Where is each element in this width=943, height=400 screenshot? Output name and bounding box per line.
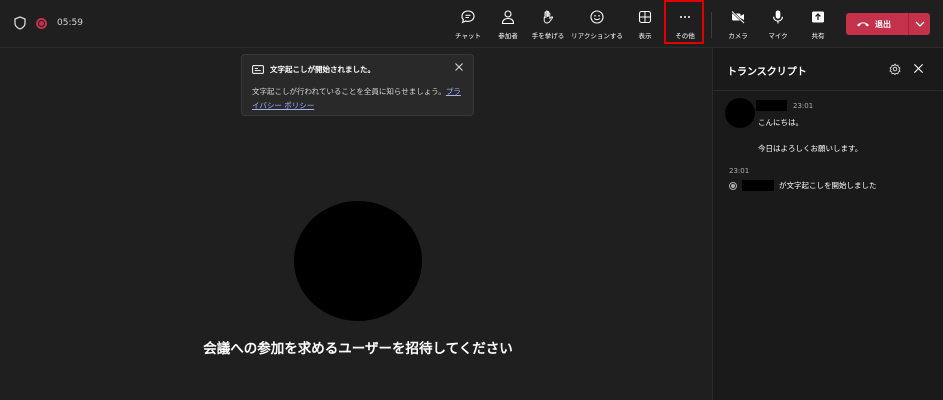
reactions-button[interactable]: リアクションする xyxy=(571,6,623,42)
share-button[interactable]: 共有 xyxy=(798,6,838,42)
caption-icon xyxy=(252,65,264,74)
chevron-down-icon xyxy=(915,21,924,27)
chat-bubble-icon xyxy=(461,10,475,24)
share-label: 共有 xyxy=(811,32,825,40)
toast-body-text: 文字起こしが行われていることを全員に知らせましょう。 xyxy=(252,87,446,96)
mic-button[interactable]: マイク xyxy=(758,6,798,42)
chat-button[interactable]: チャット xyxy=(448,6,488,42)
meeting-status: 05:59 xyxy=(14,16,83,30)
user-name-redacted xyxy=(742,180,774,191)
panel-title: トランスクリプト xyxy=(727,67,807,78)
transcription-started-event: が文字起こしを開始しました xyxy=(729,180,877,191)
avatar xyxy=(294,201,422,321)
close-icon[interactable] xyxy=(453,61,465,73)
reactions-label: リアクションする xyxy=(571,32,623,40)
message-timestamp: 23:01 xyxy=(793,102,814,110)
transcript-line: こんにちは。 xyxy=(758,118,803,127)
meeting-stage: 文字起こしが開始されました。 文字起こしが行われていることを全員に知らせましょう… xyxy=(0,48,712,400)
close-icon[interactable] xyxy=(913,63,924,74)
hang-up-phone-icon xyxy=(857,22,869,27)
recording-dot-icon xyxy=(729,181,737,190)
event-timestamp: 23:01 xyxy=(729,167,750,175)
leave-button[interactable]: 退出 xyxy=(846,13,908,35)
share-up-arrow-icon xyxy=(812,11,824,23)
meeting-timer: 05:59 xyxy=(57,18,83,28)
recording-dot-icon xyxy=(36,17,47,29)
toast-header: 文字起こしが開始されました。 xyxy=(252,64,375,75)
microphone-icon xyxy=(773,10,783,24)
person-icon xyxy=(501,10,515,25)
view-button[interactable]: 表示 xyxy=(625,6,665,42)
avatar xyxy=(725,98,755,128)
toast-title: 文字起こしが開始されました。 xyxy=(270,65,375,74)
transcript-line: 今日はよろしくお願いします。 xyxy=(758,144,863,153)
transcription-started-notice: 文字起こしが開始されました。 文字起こしが行われていることを全員に知らせましょう… xyxy=(241,54,474,116)
camera-button[interactable]: カメラ xyxy=(718,6,758,42)
speaker-name-redacted xyxy=(756,100,787,111)
smiley-icon xyxy=(590,10,604,24)
gear-icon[interactable] xyxy=(889,63,901,75)
camera-off-icon xyxy=(731,10,745,24)
view-label: 表示 xyxy=(638,32,652,40)
event-text: が文字起こしを開始しました xyxy=(779,181,877,190)
grid-icon xyxy=(638,10,652,24)
transcript-panel: トランスクリプト 23:01 こんにちは。 今日はよろしくお願いします。 23:… xyxy=(712,48,943,400)
raise-hand-label: 手を挙げる xyxy=(531,32,565,40)
raise-hand-button[interactable]: 手を挙げる xyxy=(528,6,568,42)
panel-divider xyxy=(713,90,943,91)
chat-label: チャット xyxy=(455,32,481,40)
participants-button[interactable]: 参加者 xyxy=(488,6,528,42)
mic-label: マイク xyxy=(768,32,788,40)
leave-button-group: 退出 xyxy=(846,13,930,35)
camera-label: カメラ xyxy=(728,32,748,40)
leave-options-button[interactable] xyxy=(909,21,930,27)
participants-label: 参加者 xyxy=(498,32,518,40)
toolbar-divider xyxy=(711,12,712,38)
invite-message: 会議への参加を求めるユーザーを招待してください xyxy=(203,341,513,357)
leave-label: 退出 xyxy=(875,19,891,29)
hand-icon xyxy=(543,10,554,24)
toast-body: 文字起こしが行われていることを全員に知らせましょう。プライバシー ポリシー xyxy=(252,85,467,113)
more-button-highlight xyxy=(664,0,704,44)
shield-icon xyxy=(14,16,26,30)
meeting-toolbar: 05:59 チャット 参加者 手を挙げる リアクションする 表示 その他 カメラ… xyxy=(0,0,943,48)
